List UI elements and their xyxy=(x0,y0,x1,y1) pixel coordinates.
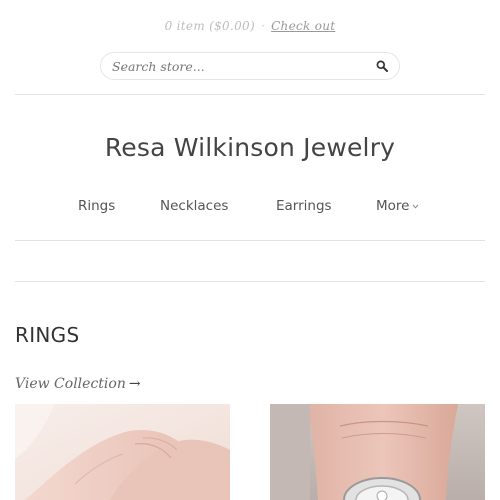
search-button[interactable] xyxy=(368,53,396,79)
cart-separator: · xyxy=(260,19,266,33)
cart-bar: 0 item ($0.00) · Check out xyxy=(0,0,500,52)
header-divider xyxy=(15,94,485,95)
nav-item-rings[interactable]: Rings xyxy=(78,198,115,214)
search-icon xyxy=(376,60,388,72)
nav-item-more-label: More xyxy=(376,198,410,214)
view-collection-link[interactable]: View Collection → xyxy=(15,376,141,392)
content-divider xyxy=(15,281,485,282)
search-input[interactable] xyxy=(101,54,368,78)
arrow-right-icon: → xyxy=(128,376,141,392)
nav-divider xyxy=(15,240,485,241)
collection-title: RINGS xyxy=(15,323,80,347)
checkout-link[interactable]: Check out xyxy=(271,19,335,33)
cart-summary[interactable]: 0 item ($0.00) xyxy=(165,19,255,33)
site-title[interactable]: Resa Wilkinson Jewelry xyxy=(0,133,500,162)
nav-item-necklaces[interactable]: Necklaces xyxy=(160,198,228,214)
view-collection-label: View Collection xyxy=(15,376,126,392)
product-card-1[interactable] xyxy=(15,404,230,500)
search-form xyxy=(100,52,400,80)
ring-on-finger-photo xyxy=(270,404,485,500)
product-card-2[interactable] xyxy=(270,404,485,500)
nav-item-earrings[interactable]: Earrings xyxy=(276,198,332,214)
hand-photo xyxy=(15,404,230,500)
chevron-down-icon xyxy=(413,204,419,209)
main-nav: Rings Necklaces Earrings More xyxy=(0,198,500,218)
nav-item-more[interactable]: More xyxy=(376,198,419,214)
